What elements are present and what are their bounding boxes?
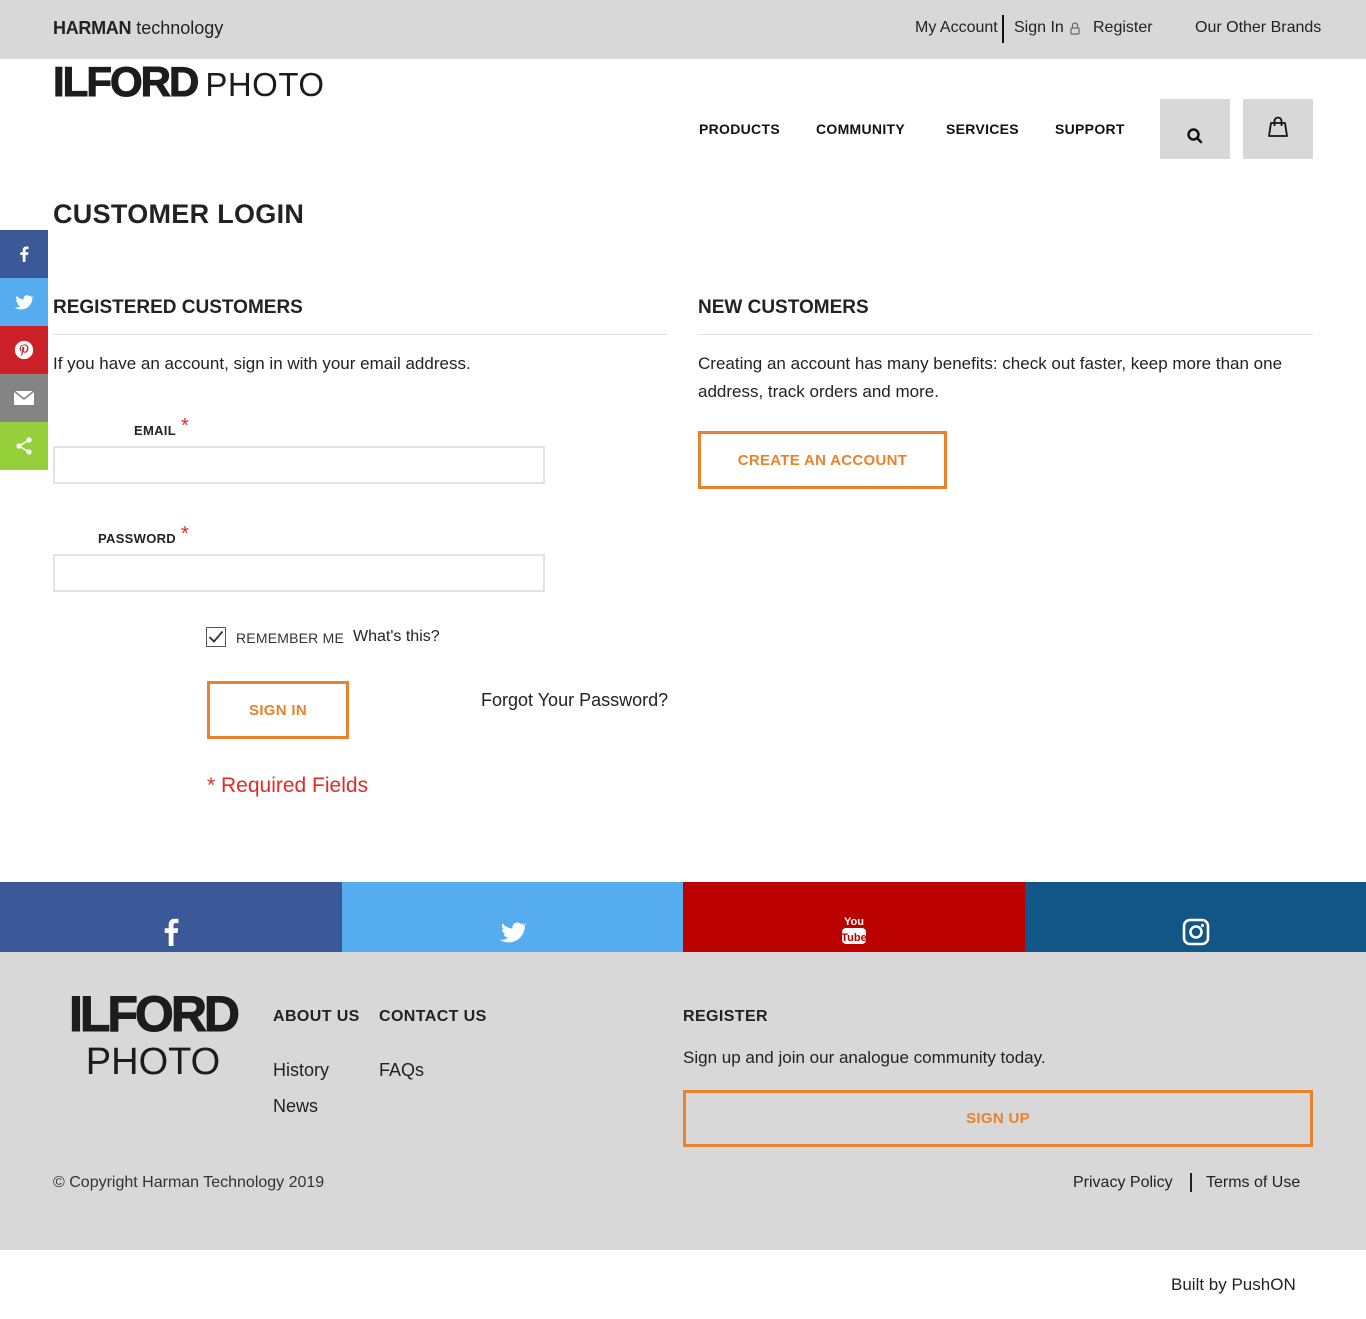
share-pinterest-button[interactable]: [0, 326, 48, 374]
contact-us-heading[interactable]: CONTACT US: [379, 1008, 487, 1026]
register-link[interactable]: Register: [1093, 19, 1153, 37]
nav-services[interactable]: SERVICES: [946, 121, 1019, 137]
email-required-mark: *: [181, 415, 189, 437]
other-brands-link[interactable]: Our Other Brands: [1195, 19, 1321, 37]
lock-icon: [1070, 22, 1080, 35]
twitter-icon: [499, 922, 527, 943]
harman-technology-logo[interactable]: HARMAN technology: [53, 18, 223, 39]
sign-in-link[interactable]: Sign In: [1014, 19, 1064, 37]
footer-twitter-link[interactable]: [342, 882, 683, 952]
sign-up-button[interactable]: SIGN UP: [683, 1090, 1313, 1147]
ilford-photo-logo[interactable]: ILFORD PHOTO: [52, 58, 325, 106]
footer-youtube-link[interactable]: You Tube: [683, 882, 1025, 952]
logo-ilford-text: ILFORD: [52, 58, 199, 106]
svg-text:You: You: [844, 916, 864, 928]
nav-support[interactable]: SUPPORT: [1055, 121, 1125, 137]
register-heading: REGISTER: [683, 1008, 768, 1025]
sign-in-button[interactable]: SIGN IN: [207, 681, 349, 739]
footer-logo-ilford-text: ILFORD: [68, 986, 240, 1042]
registered-intro-text: If you have an account, sign in with you…: [53, 354, 471, 373]
new-customers-heading: NEW CUSTOMERS: [698, 297, 869, 318]
nav-community[interactable]: COMMUNITY: [816, 121, 905, 137]
svg-text:Tube: Tube: [841, 932, 866, 944]
share-twitter-button[interactable]: [0, 278, 48, 326]
email-field[interactable]: [53, 446, 545, 484]
footer-ilford-photo-logo[interactable]: ILFORD PHOTO: [53, 986, 253, 1083]
email-icon: [13, 390, 35, 405]
share-email-button[interactable]: [0, 374, 48, 422]
password-required-mark: *: [181, 523, 189, 545]
terms-of-use-link[interactable]: Terms of Use: [1206, 1174, 1300, 1192]
search-button[interactable]: [1160, 99, 1230, 159]
facebook-icon: [164, 918, 179, 946]
technology-wordmark: technology: [136, 18, 224, 38]
footer-facebook-link[interactable]: [0, 882, 342, 952]
footer-link-separator: [1190, 1173, 1192, 1192]
top-utility-bar: HARMAN technology My Account Sign In Reg…: [0, 0, 1366, 59]
footer-logo-photo-text: PHOTO: [85, 1041, 221, 1083]
page-title: CUSTOMER LOGIN: [53, 199, 305, 229]
remember-me-checkbox[interactable]: [206, 627, 226, 647]
email-label: EMAIL: [134, 423, 176, 438]
register-text: Sign up and join our analogue community …: [683, 1048, 1046, 1067]
new-customers-divider: [698, 334, 1313, 335]
search-icon: [1187, 128, 1203, 144]
checkmark-icon: [208, 630, 224, 643]
create-account-button[interactable]: CREATE AN ACCOUNT: [698, 431, 947, 489]
history-link[interactable]: History: [273, 1060, 329, 1081]
news-link[interactable]: News: [273, 1096, 318, 1117]
pinterest-icon: [14, 340, 34, 360]
logo-photo-text: PHOTO: [205, 66, 325, 103]
my-account-link[interactable]: My Account: [915, 19, 998, 37]
twitter-icon: [14, 295, 34, 310]
password-label: PASSWORD: [98, 531, 176, 546]
cart-button[interactable]: [1243, 99, 1313, 159]
built-by-text[interactable]: Built by PushON: [1171, 1275, 1296, 1295]
youtube-icon: You Tube: [841, 916, 867, 944]
copyright-text: © Copyright Harman Technology 2019: [53, 1174, 325, 1191]
topbar-divider: [1002, 15, 1004, 43]
facebook-icon: [20, 246, 29, 262]
share-icon: [16, 437, 32, 455]
whats-this-link[interactable]: What's this?: [353, 628, 440, 646]
footer-instagram-link[interactable]: [1025, 882, 1366, 952]
harman-wordmark: HARMAN: [53, 18, 132, 38]
instagram-icon: [1182, 918, 1209, 946]
share-more-button[interactable]: [0, 422, 48, 470]
registered-customers-heading: REGISTERED CUSTOMERS: [53, 297, 303, 318]
remember-me-label[interactable]: REMEMBER ME: [236, 630, 344, 646]
shopping-bag-icon: [1268, 116, 1288, 137]
faqs-link[interactable]: FAQs: [379, 1060, 424, 1081]
required-fields-note: * Required Fields: [207, 774, 369, 797]
nav-products[interactable]: PRODUCTS: [699, 121, 780, 137]
new-customers-text: Creating an account has many benefits: c…: [698, 354, 1283, 401]
privacy-policy-link[interactable]: Privacy Policy: [1073, 1174, 1173, 1192]
password-field[interactable]: [53, 554, 545, 592]
about-us-heading[interactable]: ABOUT US: [273, 1008, 360, 1026]
forgot-password-link[interactable]: Forgot Your Password?: [481, 690, 668, 711]
registered-divider: [53, 334, 667, 335]
share-facebook-button[interactable]: [0, 230, 48, 278]
